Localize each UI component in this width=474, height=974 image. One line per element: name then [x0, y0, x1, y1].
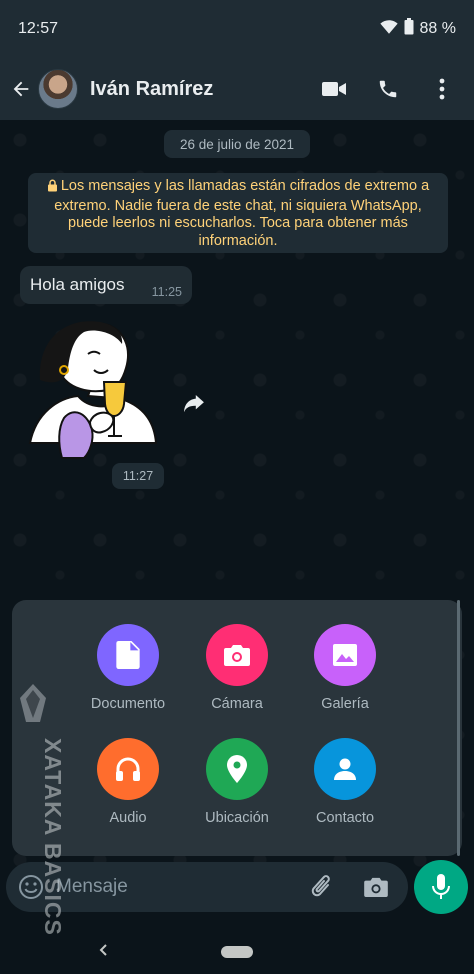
attach-contact[interactable]: Contacto: [290, 738, 400, 826]
attachment-menu-scrollbar: [457, 600, 460, 856]
sticker-time: 11:27: [112, 463, 164, 489]
emoji-icon: [19, 875, 43, 899]
attach-camera[interactable]: Cámara: [182, 624, 292, 712]
attach-label-location: Ubicación: [205, 810, 269, 826]
attach-label-document: Documento: [90, 696, 166, 712]
wifi-icon: [379, 19, 398, 40]
paperclip-icon: [311, 875, 330, 897]
attach-audio[interactable]: Audio: [73, 738, 183, 826]
video-camera-icon: [322, 82, 346, 96]
lock-icon: [47, 179, 58, 198]
chevron-left-icon: [99, 944, 107, 956]
attach-location-circle[interactable]: [206, 738, 268, 800]
message-input[interactable]: [56, 876, 308, 898]
battery-icon: [404, 18, 414, 40]
emoji-button[interactable]: [18, 874, 44, 900]
encryption-notice[interactable]: Los mensajes y las llamadas están cifrad…: [28, 173, 448, 253]
camera-icon: [364, 877, 388, 897]
battery-level: 88 %: [419, 20, 456, 37]
attach-label-contact: Contacto: [315, 810, 375, 826]
sticker-image: [28, 321, 158, 459]
encryption-text: Los mensajes y las llamadas están cifrad…: [54, 178, 430, 249]
attach-document-circle[interactable]: [97, 624, 159, 686]
contact-icon: [334, 758, 356, 780]
status-bar: 12:57 88 %: [0, 0, 474, 58]
contact-name[interactable]: Iván Ramírez: [90, 78, 320, 101]
headphones-icon: [116, 757, 140, 781]
document-icon: [116, 641, 140, 669]
gallery-icon: [333, 644, 357, 666]
contact-avatar[interactable]: [38, 69, 78, 109]
date-chip: 26 de julio de 2021: [164, 130, 310, 158]
system-navigation-bar: [0, 930, 474, 974]
more-options-button[interactable]: [428, 75, 456, 103]
attach-audio-circle[interactable]: [97, 738, 159, 800]
camera-button[interactable]: [362, 873, 390, 901]
voice-message-button[interactable]: [414, 860, 468, 914]
camera-icon: [224, 645, 250, 666]
attach-camera-circle[interactable]: [206, 624, 268, 686]
attach-contact-circle[interactable]: [314, 738, 376, 800]
system-home-pill[interactable]: [221, 946, 253, 958]
attachment-menu: Documento Cámara Galería Audio Ubicación…: [12, 600, 462, 856]
attach-button[interactable]: [308, 873, 336, 901]
status-icons: 88 %: [379, 18, 456, 40]
attach-document[interactable]: Documento: [73, 624, 183, 712]
forward-button[interactable]: [176, 386, 212, 422]
voice-call-button[interactable]: [374, 75, 402, 103]
attach-gallery-circle[interactable]: [314, 624, 376, 686]
sticker-message[interactable]: [28, 318, 158, 460]
status-time: 12:57: [18, 20, 59, 37]
forward-icon: [184, 395, 204, 413]
message-bubble[interactable]: Hola amigos 11:25: [20, 266, 192, 304]
message-text: Hola amigos: [30, 275, 125, 294]
attach-label-gallery: Galería: [321, 696, 369, 712]
arrow-left-icon: [13, 81, 29, 97]
system-back-button[interactable]: [92, 938, 116, 962]
microphone-icon: [432, 874, 450, 899]
phone-icon: [379, 80, 397, 98]
attach-label-audio: Audio: [109, 810, 147, 826]
attach-label-camera: Cámara: [211, 696, 263, 712]
video-call-button[interactable]: [320, 75, 348, 103]
back-button[interactable]: [4, 67, 38, 111]
message-time: 11:25: [151, 285, 182, 299]
attach-location[interactable]: Ubicación: [182, 738, 292, 826]
more-vert-icon: [439, 78, 445, 100]
location-icon: [227, 755, 247, 783]
attach-gallery[interactable]: Galería: [290, 624, 400, 712]
message-composer: [6, 862, 408, 912]
chat-header: Iván Ramírez: [0, 58, 474, 120]
